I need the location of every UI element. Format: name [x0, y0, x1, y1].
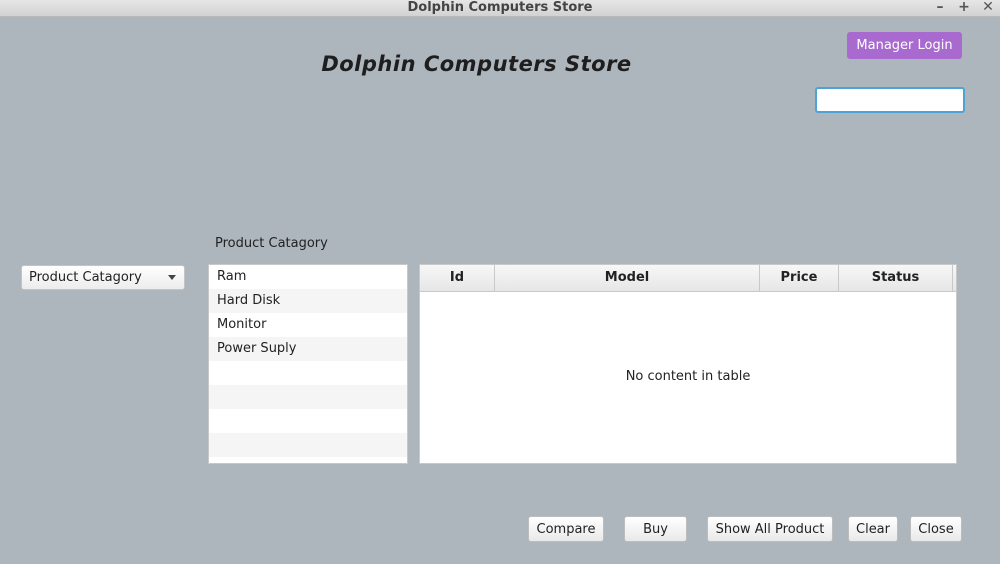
list-item[interactable]: Monitor: [209, 313, 407, 337]
combo-selected-value: Product Catagory: [29, 270, 142, 285]
category-list[interactable]: Ram Hard Disk Monitor Power Suply: [208, 264, 408, 464]
window-controls: – + ✕: [934, 0, 994, 16]
manager-login-button[interactable]: Manager Login: [847, 32, 962, 59]
product-table[interactable]: Id Model Price Status No content in tabl…: [419, 264, 957, 464]
table-empty-message: No content in table: [625, 369, 751, 384]
list-item[interactable]: Power Suply: [209, 337, 407, 361]
list-item-empty: [209, 385, 407, 409]
column-header-id[interactable]: Id: [420, 265, 495, 291]
list-item[interactable]: Hard Disk: [209, 289, 407, 313]
window-titlebar: Dolphin Computers Store – + ✕: [0, 0, 1000, 17]
app-title: Dolphin Computers Store: [321, 52, 632, 76]
window-title: Dolphin Computers Store: [407, 0, 593, 15]
clear-button[interactable]: Clear: [848, 516, 898, 542]
close-button[interactable]: Close: [910, 516, 962, 542]
close-window-icon[interactable]: ✕: [982, 0, 994, 16]
column-header-status[interactable]: Status: [839, 265, 953, 291]
list-item-empty: [209, 433, 407, 457]
column-header-model[interactable]: Model: [495, 265, 760, 291]
column-header-price[interactable]: Price: [760, 265, 839, 291]
product-category-combo[interactable]: Product Catagory: [21, 265, 185, 290]
list-item[interactable]: Ram: [209, 265, 407, 289]
buy-button[interactable]: Buy: [624, 516, 687, 542]
maximize-icon[interactable]: +: [958, 0, 970, 16]
compare-button[interactable]: Compare: [528, 516, 604, 542]
minimize-icon[interactable]: –: [934, 0, 946, 16]
table-header: Id Model Price Status: [420, 265, 956, 292]
show-all-product-button[interactable]: Show All Product: [707, 516, 833, 542]
list-item-empty: [209, 409, 407, 433]
category-section-label: Product Catagory: [215, 236, 328, 251]
chevron-down-icon: [168, 275, 176, 280]
search-input[interactable]: [815, 87, 965, 113]
list-item-empty: [209, 361, 407, 385]
